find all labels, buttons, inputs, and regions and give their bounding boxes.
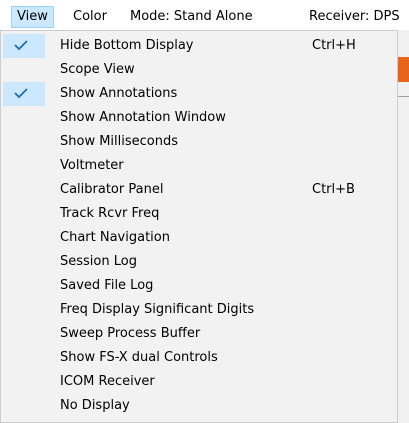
menu-item-label: Calibrator Panel bbox=[60, 182, 164, 197]
menu-item-calibrator-panel[interactable]: Calibrator Panel Ctrl+B bbox=[3, 178, 397, 202]
menu-item-track-rcvr-freq[interactable]: Track Rcvr Freq bbox=[3, 202, 397, 226]
menu-item-show-milliseconds[interactable]: Show Milliseconds bbox=[3, 130, 397, 154]
menu-item-chart-navigation[interactable]: Chart Navigation bbox=[3, 226, 397, 250]
menu-item-show-annotations[interactable]: Show Annotations bbox=[3, 82, 397, 106]
menu-item-label: Chart Navigation bbox=[60, 230, 170, 245]
menu-item-shortcut: Ctrl+B bbox=[312, 182, 355, 197]
menu-item-saved-file-log[interactable]: Saved File Log bbox=[3, 274, 397, 298]
menu-item-no-display[interactable]: No Display bbox=[3, 394, 397, 418]
menu-item-scope-view[interactable]: Scope View bbox=[3, 58, 397, 82]
menu-item-session-log[interactable]: Session Log bbox=[3, 250, 397, 274]
checkmark-icon bbox=[14, 40, 28, 51]
menu-item-voltmeter[interactable]: Voltmeter bbox=[3, 154, 397, 178]
menu-item-label: Sweep Process Buffer bbox=[60, 326, 201, 341]
menu-item-label: Voltmeter bbox=[60, 158, 124, 173]
menu-item-label: Show Milliseconds bbox=[60, 134, 179, 149]
menu-item-label: Track Rcvr Freq bbox=[60, 206, 160, 221]
check-cell bbox=[3, 34, 45, 58]
menu-item-label: No Display bbox=[60, 398, 130, 413]
menu-view[interactable]: View bbox=[11, 6, 54, 28]
menu-mode[interactable]: Mode: Stand Alone bbox=[125, 6, 258, 28]
checkmark-icon bbox=[14, 88, 28, 99]
menu-item-label: Saved File Log bbox=[60, 278, 154, 293]
menu-item-label: Hide Bottom Display bbox=[60, 38, 194, 53]
menu-item-freq-display-significant-digits[interactable]: Freq Display Significant Digits bbox=[3, 298, 397, 322]
menu-item-label: Session Log bbox=[60, 254, 137, 269]
menu-item-label: Show Annotations bbox=[60, 86, 178, 101]
menu-item-label: ICOM Receiver bbox=[60, 374, 155, 389]
menu-item-label: Show Annotation Window bbox=[60, 110, 226, 125]
menu-bar: View Color Mode: Stand Alone Receiver: D… bbox=[0, 0, 409, 30]
menu-item-hide-bottom-display[interactable]: Hide Bottom Display Ctrl+H bbox=[3, 34, 397, 58]
check-cell bbox=[3, 82, 45, 106]
menu-receiver[interactable]: Receiver: DPS bbox=[304, 6, 405, 28]
background-orange-bar bbox=[398, 57, 409, 82]
background-divider bbox=[398, 96, 409, 97]
menu-item-icom-receiver[interactable]: ICOM Receiver bbox=[3, 370, 397, 394]
menu-item-sweep-process-buffer[interactable]: Sweep Process Buffer bbox=[3, 322, 397, 346]
menu-item-label: Show FS-X dual Controls bbox=[60, 350, 218, 365]
menu-item-show-fs-x-dual-controls[interactable]: Show FS-X dual Controls bbox=[3, 346, 397, 370]
background-window-edge bbox=[398, 30, 409, 423]
menu-item-label: Freq Display Significant Digits bbox=[60, 302, 255, 317]
menu-item-show-annotation-window[interactable]: Show Annotation Window bbox=[3, 106, 397, 130]
menu-color[interactable]: Color bbox=[68, 6, 112, 28]
view-dropdown-menu: Hide Bottom Display Ctrl+H Scope View Sh… bbox=[0, 30, 398, 423]
menu-item-label: Scope View bbox=[60, 62, 135, 77]
menu-item-shortcut: Ctrl+H bbox=[312, 38, 356, 53]
